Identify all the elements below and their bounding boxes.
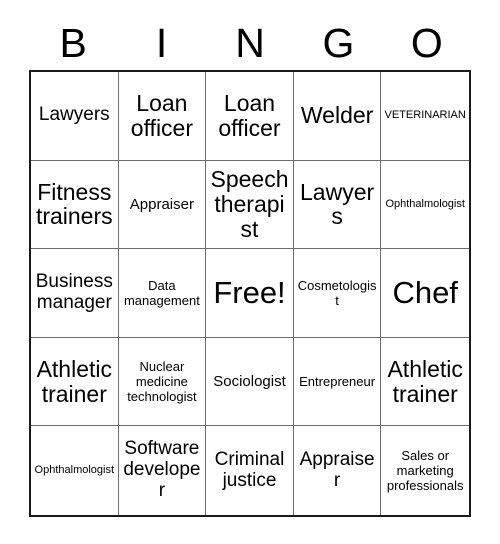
bingo-cell-label: Sales or marketing professionals — [386, 448, 464, 494]
bingo-header-letter-o: O — [410, 19, 443, 66]
bingo-cell-label: Business manager — [35, 271, 113, 313]
bingo-cell-label: Chef — [392, 274, 458, 310]
bingo-cell[interactable]: Software developer — [118, 426, 207, 515]
bingo-cell-label: Sociologist — [213, 373, 286, 391]
bingo-cell-label: Ophthalmologist — [385, 197, 465, 210]
bingo-cell-label: Appraiser — [299, 448, 375, 491]
bingo-cell-label: Data management — [123, 277, 200, 308]
bingo-cell-label: Criminal justice — [214, 448, 285, 491]
bingo-cell[interactable]: Appraiser — [293, 426, 382, 515]
bingo-cell-label: Ophthalmologist — [34, 464, 115, 477]
bingo-cell[interactable]: Loan officer — [118, 72, 207, 161]
bingo-cell[interactable]: Chef — [381, 249, 469, 338]
bingo-cell[interactable]: Loan officer — [206, 72, 294, 161]
bingo-cell[interactable]: Sociologist — [206, 337, 294, 427]
bingo-cell-free[interactable]: Free! — [206, 249, 294, 338]
bingo-cell[interactable]: Appraiser — [118, 160, 207, 250]
bingo-cell[interactable]: Business manager — [31, 249, 119, 338]
bingo-cell[interactable]: Criminal justice — [206, 426, 294, 515]
bingo-cell[interactable]: Athletic trainer — [31, 337, 119, 427]
bingo-cell-label: Athletic trainer — [387, 355, 463, 407]
bingo-cell-label: Entrepreneur — [299, 374, 376, 390]
bingo-cell-label: Speech therapist — [210, 166, 289, 242]
bingo-cell[interactable]: Athletic trainer — [381, 337, 469, 427]
bingo-header-letter-g: G — [322, 19, 355, 66]
bingo-cell[interactable]: Cosmetologist — [293, 249, 382, 338]
bingo-cell-label: Lawyers — [300, 178, 375, 230]
bingo-cell-label: VETERINARIAN — [384, 109, 466, 122]
bingo-cell[interactable]: Entrepreneur — [293, 337, 382, 427]
bingo-cell-label: Fitness trainers — [35, 178, 113, 230]
bingo-cell[interactable]: Ophthalmologist — [31, 426, 119, 515]
bingo-cell[interactable]: Sales or marketing professionals — [381, 426, 469, 515]
bingo-header-letter-n: N — [235, 19, 265, 66]
bingo-cell[interactable]: Ophthalmologist — [381, 160, 469, 250]
bingo-cell[interactable]: Data management — [118, 249, 207, 338]
bingo-cell[interactable]: Nuclear medicine technologist — [118, 337, 207, 427]
bingo-cell[interactable]: Speech therapist — [206, 160, 294, 250]
bingo-cell-label: Software developer — [123, 438, 201, 502]
bingo-grid: Lawyers Loan officer Loan officer Welder VET… — [29, 70, 471, 517]
bingo-header-letter-b: B — [59, 19, 87, 66]
bingo-cell-label: Loan officer — [218, 89, 281, 141]
bingo-cell-label: Lawyers — [38, 104, 110, 126]
bingo-cell[interactable]: Lawyers — [31, 72, 119, 161]
bingo-cell-label: Welder — [300, 102, 374, 129]
bingo-cell[interactable]: VETERINARIAN — [381, 72, 469, 161]
bingo-cell-label: Nuclear medicine technologist — [127, 358, 197, 405]
bingo-header-letter-i: I — [155, 19, 168, 66]
bingo-cell-label: Cosmetologist — [297, 277, 377, 308]
bingo-cell-label: Athletic trainer — [36, 355, 113, 407]
bingo-cell[interactable]: Welder — [293, 72, 382, 161]
bingo-cell-label: Free! — [213, 274, 286, 310]
bingo-cell-label: Appraiser — [129, 195, 194, 213]
bingo-cell[interactable]: Fitness trainers — [31, 160, 119, 250]
bingo-cell[interactable]: Lawyers — [293, 160, 382, 250]
bingo-cell-label: Loan officer — [130, 89, 193, 141]
bingo-card: B I N G O Lawyers Loan officer Loan officer Wel… — [0, 0, 500, 544]
bingo-header: BINGO — [29, 16, 471, 70]
